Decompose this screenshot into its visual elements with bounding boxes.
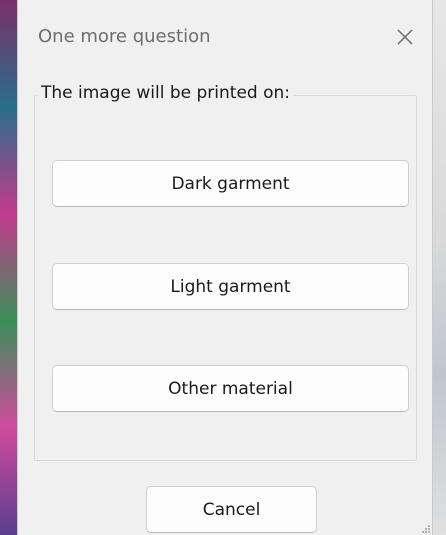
- light-garment-button[interactable]: Light garment: [52, 263, 409, 310]
- close-button[interactable]: [392, 24, 418, 50]
- dialog-titlebar: One more question: [18, 0, 432, 78]
- dialog-title: One more question: [38, 26, 211, 47]
- cancel-button[interactable]: Cancel: [146, 486, 317, 533]
- dark-garment-button[interactable]: Dark garment: [52, 160, 409, 207]
- question-dialog: One more question The image will be prin…: [18, 0, 432, 535]
- other-material-button[interactable]: Other material: [52, 365, 409, 412]
- background-window-right: [432, 0, 446, 535]
- group-label: The image will be printed on:: [37, 83, 295, 103]
- close-icon: [397, 29, 413, 45]
- resize-grip-icon[interactable]: [422, 525, 430, 533]
